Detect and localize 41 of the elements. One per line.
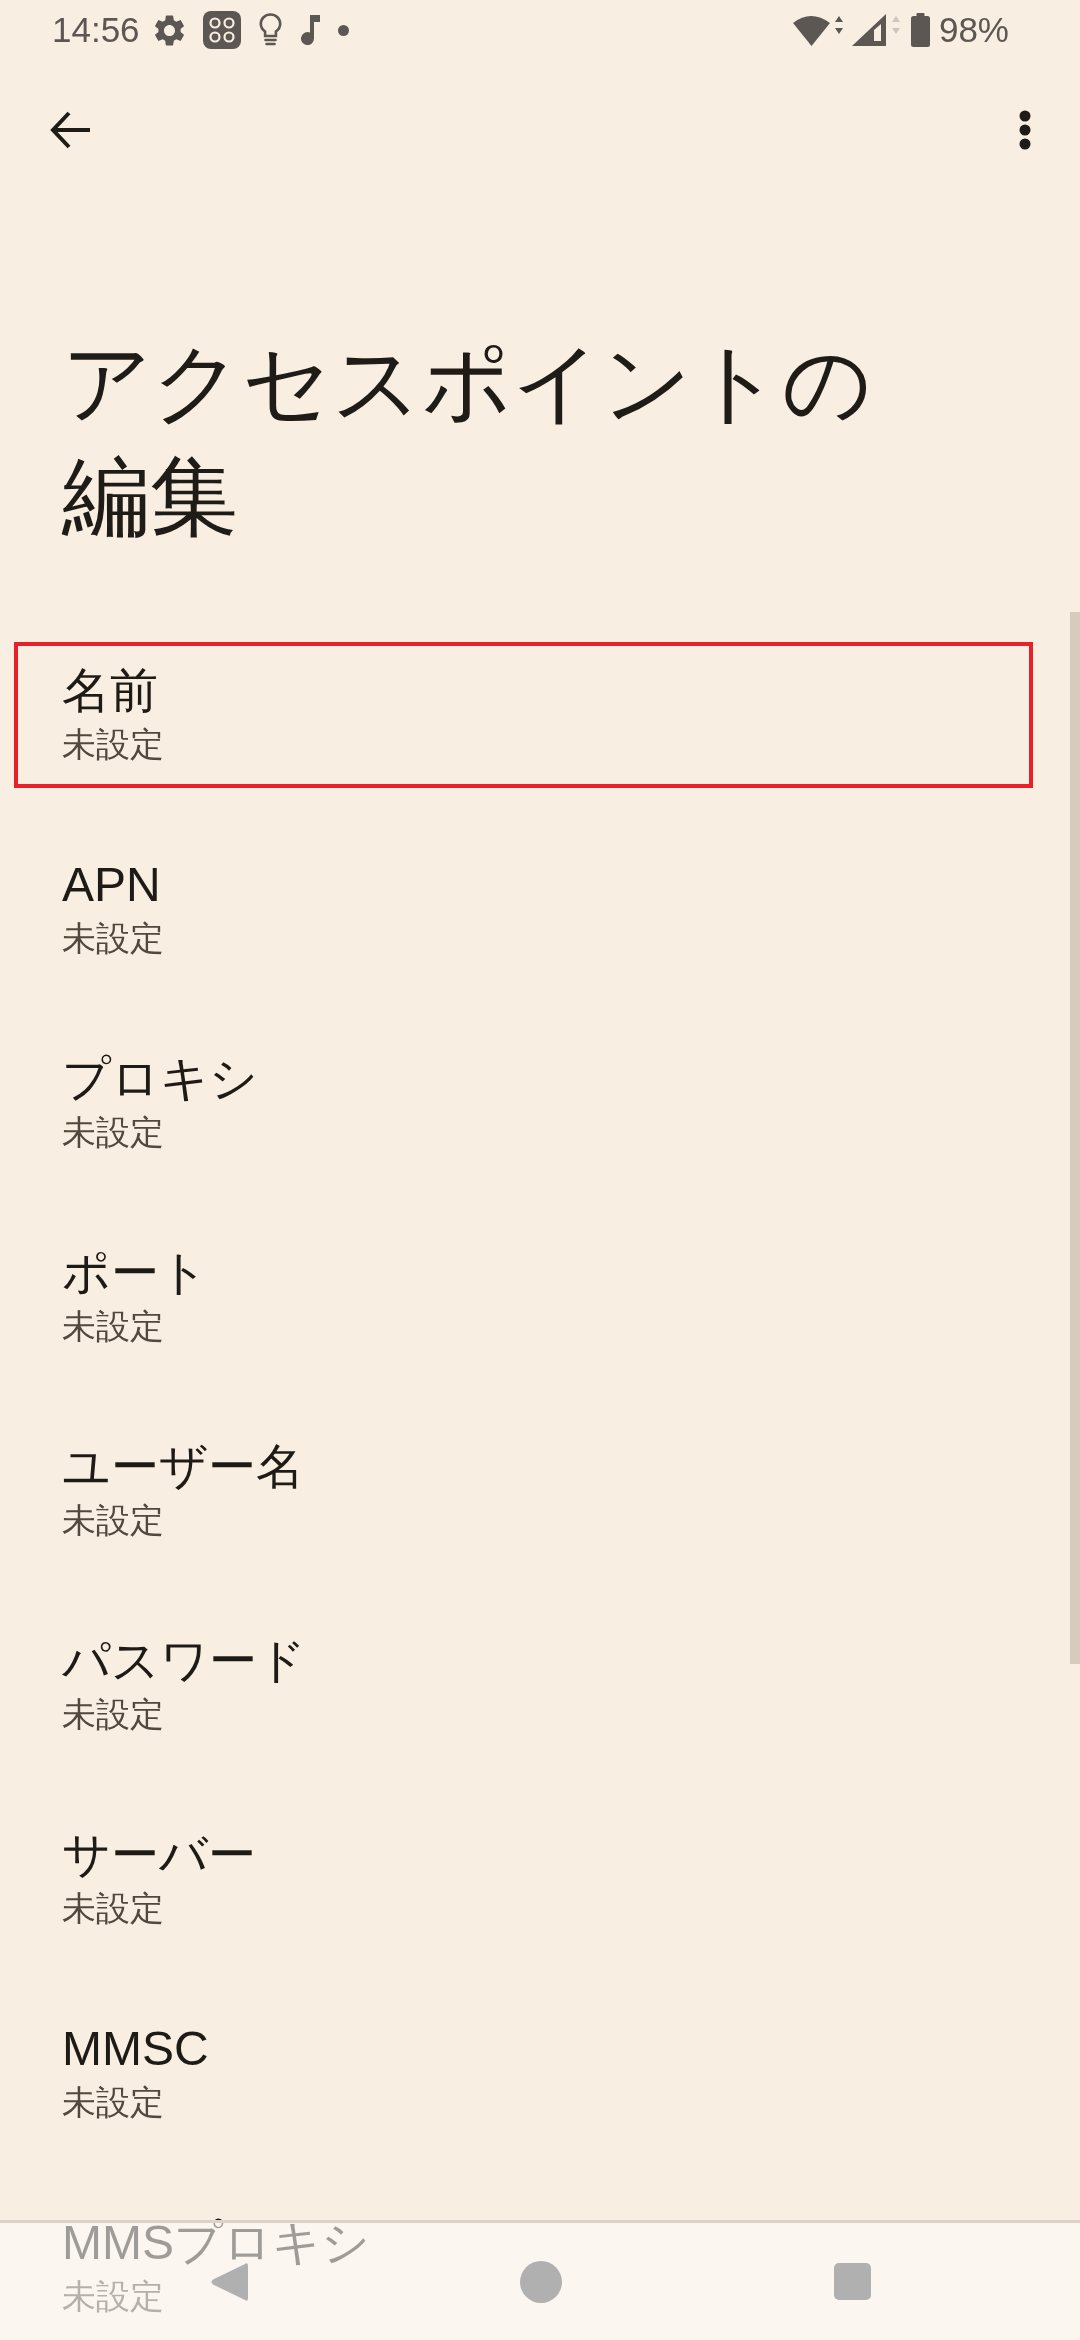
preference-title: 名前 bbox=[62, 663, 158, 719]
preference-summary: 未設定 bbox=[62, 2082, 164, 2123]
battery-icon bbox=[910, 13, 930, 47]
preference-summary: 未設定 bbox=[62, 918, 164, 959]
preference-item[interactable]: 名前 未設定 bbox=[14, 642, 1033, 788]
status-time: 14:56 bbox=[52, 10, 140, 50]
preference-item[interactable]: ユーザー名 未設定 bbox=[14, 1418, 1033, 1564]
preference-item[interactable]: パスワード 未設定 bbox=[14, 1612, 1033, 1758]
preference-item[interactable]: サーバー 未設定 bbox=[14, 1806, 1033, 1952]
battery-percent: 98% bbox=[938, 10, 1009, 50]
notification-dot-icon bbox=[337, 24, 349, 36]
wifi-icon bbox=[792, 14, 843, 46]
preference-summary: 未設定 bbox=[62, 1306, 164, 1347]
preference-title: パスワード bbox=[62, 1633, 306, 1689]
preference-summary: 未設定 bbox=[62, 1112, 164, 1153]
preference-title: ポート bbox=[62, 1245, 208, 1301]
preference-title: MMSC bbox=[62, 2021, 209, 2077]
preference-item[interactable]: プロキシ 未設定 bbox=[14, 1030, 1033, 1176]
preference-title: APN bbox=[62, 857, 161, 913]
preference-summary: 未設定 bbox=[62, 1500, 164, 1541]
settings-icon bbox=[153, 14, 185, 46]
preference-summary: 未設定 bbox=[62, 1694, 164, 1735]
lightbulb-icon bbox=[258, 13, 282, 47]
preference-title: サーバー bbox=[62, 1827, 256, 1883]
cell-signal-icon bbox=[851, 14, 902, 46]
preference-item[interactable]: ポート 未設定 bbox=[14, 1224, 1033, 1370]
page-title: アクセスポイントの編集 bbox=[62, 332, 873, 548]
preference-title: プロキシ bbox=[62, 1051, 258, 1107]
preference-summary: 未設定 bbox=[62, 1888, 164, 1929]
nav-home-icon[interactable] bbox=[519, 2260, 562, 2303]
preference-title: ユーザー名 bbox=[62, 1439, 304, 1495]
preference-item[interactable]: MMSC 未設定 bbox=[14, 2000, 1033, 2146]
preference-summary: 未設定 bbox=[62, 2276, 164, 2317]
preference-title: MMSプロキシ bbox=[62, 2215, 370, 2271]
preference-item[interactable]: APN 未設定 bbox=[14, 836, 1033, 982]
more-options-icon[interactable] bbox=[1019, 110, 1031, 150]
app-grid-icon bbox=[202, 11, 241, 49]
back-arrow-icon[interactable] bbox=[50, 110, 90, 150]
nav-recents-icon[interactable] bbox=[833, 2263, 871, 2300]
music-note-icon bbox=[299, 15, 320, 45]
preference-summary: 未設定 bbox=[62, 724, 164, 765]
